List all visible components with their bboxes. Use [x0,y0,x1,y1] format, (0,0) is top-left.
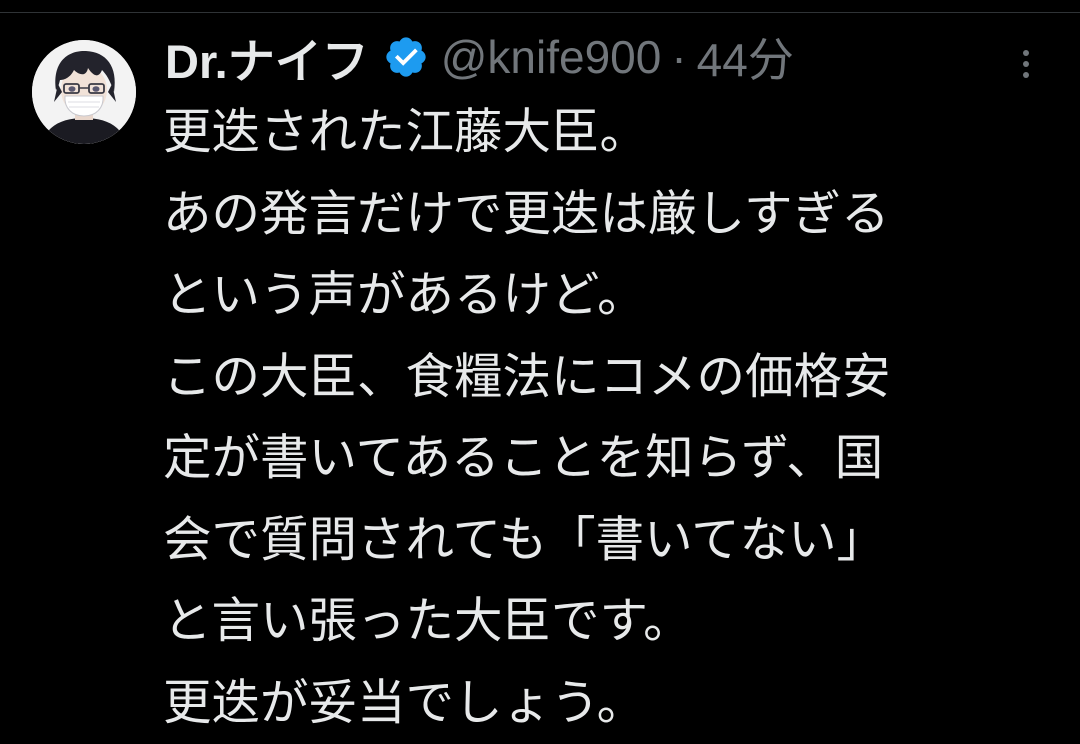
avatar-image [32,40,136,144]
tweet-text-line: という声があるけど。 [163,255,1063,337]
tweet-text-line: あの発言だけで更迭は厳しすぎる [163,174,1063,256]
tweet-text-line: 定が書いてあることを知らず、国 [163,418,1063,500]
tweet-text-line: 更迭が妥当でしょう。 [163,663,1063,744]
more-options-icon[interactable] [1010,44,1042,84]
separator-dot: · [671,30,686,84]
tweet-text-line: この大臣、食糧法にコメの価格安 [163,337,1063,419]
tweet-text-line: 会で質問されても「書いてない」 [163,500,1063,582]
tweet-text-line: と言い張った大臣です。 [163,581,1063,663]
tweet-text: 更迭された江藤大臣。 あの発言だけで更迭は厳しすぎる という声があるけど。 この… [163,92,1063,744]
timestamp[interactable]: 44分 [697,24,794,90]
tweet[interactable]: Dr.ナイフ @knife900 · 44分 更迭された江藤大臣。 あの発言だけ… [0,0,1080,723]
verified-badge-icon[interactable] [383,34,429,80]
handle[interactable]: @knife900 [441,30,662,84]
display-name[interactable]: Dr.ナイフ [165,23,369,92]
avatar[interactable] [32,40,136,144]
tweet-header: Dr.ナイフ @knife900 · 44分 [165,26,794,88]
tweet-text-line: 更迭された江藤大臣。 [163,92,1063,174]
